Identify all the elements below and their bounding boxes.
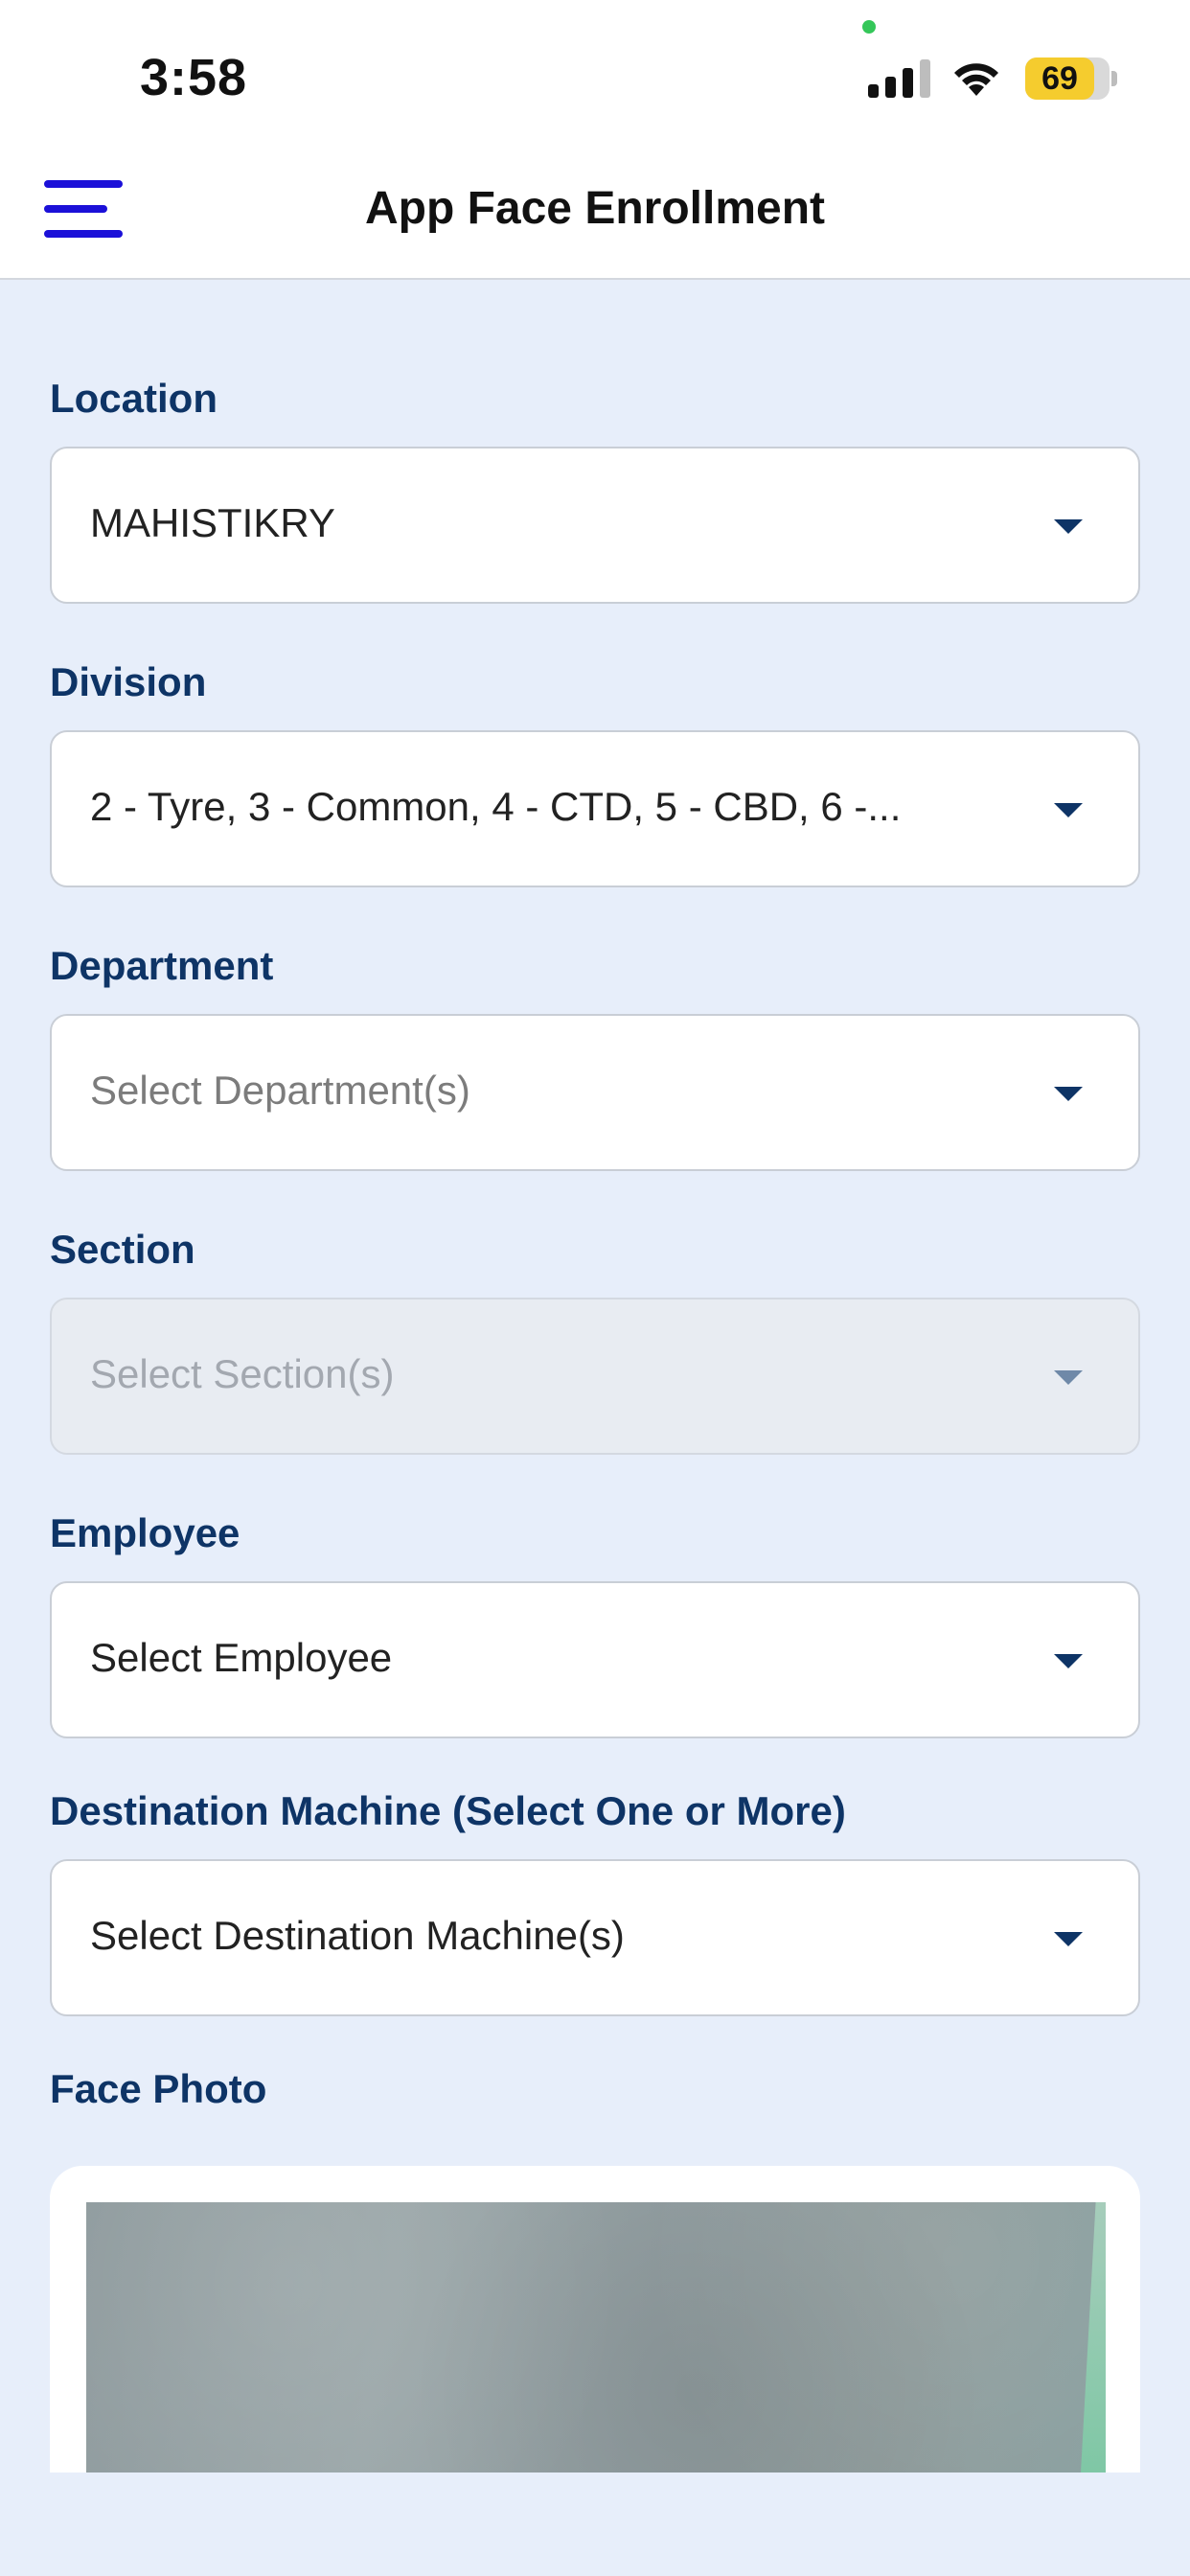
chevron-down-icon	[1054, 1932, 1083, 1946]
page-title: App Face Enrollment	[364, 183, 826, 234]
section-placeholder: Select Section(s)	[90, 1351, 395, 1396]
face-photo-preview	[86, 2202, 1106, 2472]
status-time: 3:58	[140, 49, 248, 106]
chevron-down-icon	[1054, 1087, 1083, 1101]
chevron-down-icon	[1054, 803, 1083, 817]
employee-select[interactable]: Select Employee	[50, 1581, 1140, 1738]
location-select[interactable]: MAHISTIKRY	[50, 447, 1140, 604]
section-select: Select Section(s)	[50, 1298, 1140, 1455]
section-label: Section	[50, 1227, 195, 1272]
employee-placeholder: Select Employee	[90, 1635, 393, 1680]
destination-machine-placeholder: Select Destination Machine(s)	[90, 1913, 625, 1958]
nav-bar: App Face Enrollment	[0, 144, 1190, 280]
chevron-down-icon	[1054, 519, 1083, 534]
chevron-down-icon	[1054, 1370, 1083, 1385]
bottom-area	[0, 2472, 1190, 2576]
department-label: Department	[50, 943, 274, 988]
division-label: Division	[50, 659, 207, 704]
status-bar: 3:58 69	[0, 0, 1190, 144]
location-label: Location	[50, 376, 217, 421]
department-placeholder: Select Department(s)	[90, 1068, 470, 1113]
destination-machine-label: Destination Machine (Select One or More)	[50, 1788, 846, 1833]
wifi-icon	[954, 63, 998, 96]
location-value: MAHISTIKRY	[90, 500, 335, 545]
chevron-down-icon	[1054, 1654, 1083, 1668]
signal-icon	[868, 59, 931, 98]
face-photo-label: Face Photo	[50, 2066, 267, 2111]
division-select[interactable]: 2 - Tyre, 3 - Common, 4 - CTD, 5 - CBD, …	[50, 730, 1140, 887]
camera-indicator-icon	[862, 20, 876, 34]
battery-percent: 69	[1041, 60, 1078, 97]
destination-machine-select[interactable]: Select Destination Machine(s)	[50, 1859, 1140, 2016]
employee-label: Employee	[50, 1510, 240, 1555]
battery-icon: 69	[1025, 58, 1110, 100]
face-photo-card[interactable]	[50, 2166, 1140, 2472]
department-select[interactable]: Select Department(s)	[50, 1014, 1140, 1171]
division-value: 2 - Tyre, 3 - Common, 4 - CTD, 5 - CBD, …	[90, 784, 902, 829]
battery-tip	[1111, 71, 1117, 86]
